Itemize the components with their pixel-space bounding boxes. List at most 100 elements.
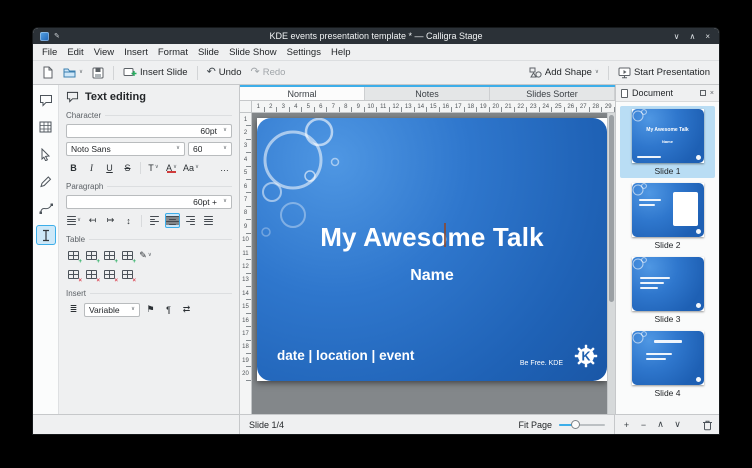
line-spacing-button[interactable]: ↕	[121, 213, 136, 228]
align-left-button[interactable]	[147, 213, 162, 228]
thumbnail-page	[632, 331, 704, 385]
slide-thumbnail-3[interactable]: Slide 3	[620, 254, 715, 326]
slide-canvas[interactable]: My Awesome Talk Name date | location | e…	[252, 113, 607, 414]
scrollbar-thumb[interactable]	[609, 115, 614, 302]
font-color-button[interactable]: A ∨	[164, 160, 179, 175]
slide-thumbnail-1[interactable]: My Awesome Talk Name Slide 1	[620, 106, 715, 178]
new-document-button[interactable]	[38, 64, 58, 81]
slide-title-text[interactable]: My Awesome Talk	[257, 222, 607, 253]
text-cursor-icon	[42, 229, 50, 242]
more-character-options-button[interactable]: …	[217, 160, 232, 175]
move-slide-up-button[interactable]: ∧	[654, 418, 667, 431]
menu-edit[interactable]: Edit	[62, 46, 88, 59]
statusbar-left	[33, 415, 240, 434]
font-size-select[interactable]: 60 ∨	[188, 142, 232, 156]
menu-slide[interactable]: Slide	[193, 46, 224, 59]
tool-select[interactable]	[36, 144, 56, 164]
insert-row-above-button[interactable]: +	[66, 248, 81, 263]
character-style-select[interactable]: 60pt ∨	[66, 124, 232, 138]
slide-footer-text[interactable]: date | location | event	[277, 348, 414, 363]
slide-thumbnail-list: My Awesome Talk Name Slide 1	[616, 101, 719, 414]
align-center-button[interactable]	[165, 213, 180, 228]
pen-icon: ✎	[139, 250, 147, 261]
menu-insert[interactable]: Insert	[119, 46, 153, 59]
save-document-button[interactable]	[88, 65, 108, 81]
add-shape-button[interactable]: Add Shape ∨	[525, 65, 603, 80]
menu-slide-show[interactable]: Slide Show	[224, 46, 282, 59]
menu-format[interactable]: Format	[153, 46, 193, 59]
insert-field-icon-button[interactable]: ≣	[66, 302, 81, 317]
delete-column-button[interactable]: ×	[84, 267, 99, 282]
start-presentation-button[interactable]: Start Presentation	[614, 65, 714, 81]
insert-row-below-button[interactable]: +	[84, 248, 99, 263]
strikethrough-button[interactable]: S	[120, 160, 135, 175]
h-ruler-mark: 5	[302, 101, 315, 112]
delete-table-button[interactable]: ×	[120, 267, 135, 282]
decrease-indent-button[interactable]: ↤	[85, 213, 100, 228]
bullet-list-button[interactable]: ∨	[66, 213, 82, 228]
vertical-scrollbar[interactable]	[607, 113, 615, 414]
variable-select[interactable]: Variable ∨	[84, 303, 140, 317]
merge-cells-button[interactable]: ×	[102, 267, 117, 282]
tool-path[interactable]	[36, 198, 56, 218]
ruler-corner	[240, 101, 252, 112]
subscript-superscript-button[interactable]: T ∨	[146, 160, 161, 175]
delete-slide-button[interactable]	[701, 418, 714, 431]
slide-name-text[interactable]: Name	[257, 267, 607, 285]
underline-button[interactable]: U	[102, 160, 117, 175]
menu-help[interactable]: Help	[326, 46, 356, 59]
zoom-slider[interactable]	[559, 420, 605, 430]
italic-button[interactable]: I	[84, 160, 99, 175]
slide-thumbnail-2[interactable]: Slide 2	[620, 180, 715, 252]
menu-settings[interactable]: Settings	[282, 46, 326, 59]
delete-row-button[interactable]: ×	[66, 267, 81, 282]
chevron-down-icon[interactable]: ∨	[79, 70, 83, 76]
align-justify-button[interactable]	[201, 213, 216, 228]
tab-slides-sorter[interactable]: Slides Sorter	[490, 87, 615, 100]
paragraph-style-select[interactable]: 60pt + ∨	[66, 195, 232, 209]
bold-button[interactable]: B	[66, 160, 81, 175]
svg-text:K: K	[581, 350, 590, 364]
redo-button[interactable]: ↷ Redo	[247, 65, 290, 80]
insert-slide-button[interactable]: Insert Slide	[119, 65, 192, 80]
remove-slide-button[interactable]: −	[637, 418, 650, 431]
titlebar[interactable]: ✎ KDE events presentation template * — C…	[33, 28, 719, 44]
minimize-button[interactable]: ∨	[674, 32, 680, 41]
border-pen-button[interactable]: ✎ ∨	[138, 248, 153, 263]
v-ruler-mark: 11	[240, 247, 251, 260]
tab-notes[interactable]: Notes	[365, 87, 490, 100]
tool-table[interactable]	[36, 117, 56, 137]
move-slide-down-button[interactable]: ∨	[671, 418, 684, 431]
swap-link-button[interactable]: ⇄	[179, 302, 194, 317]
tool-shape-callout[interactable]	[36, 90, 56, 110]
zoom-mode-label[interactable]: Fit Page	[518, 420, 552, 430]
menu-view[interactable]: View	[89, 46, 119, 59]
align-right-button[interactable]	[183, 213, 198, 228]
slide-thumbnail-4[interactable]: Slide 4	[620, 328, 715, 400]
formatting-marks-button[interactable]: ¶	[161, 302, 176, 317]
tab-normal[interactable]: Normal	[240, 87, 365, 100]
font-size-value: 60	[193, 144, 202, 154]
close-button[interactable]: ×	[705, 32, 710, 41]
add-slide-button[interactable]: +	[620, 418, 633, 431]
main-area: Text editing Character 60pt ∨ Noto Sans …	[33, 85, 719, 414]
undo-button[interactable]: ↶ Undo	[203, 65, 246, 80]
insert-column-right-button[interactable]: +	[120, 248, 135, 263]
open-document-button[interactable]: ∨	[59, 65, 87, 80]
tool-pencil[interactable]	[36, 171, 56, 191]
maximize-button[interactable]: ∧	[689, 32, 695, 41]
insert-column-left-button[interactable]: +	[102, 248, 117, 263]
close-panel-icon[interactable]: ×	[710, 90, 714, 97]
menu-file[interactable]: File	[37, 46, 62, 59]
float-panel-icon[interactable]	[700, 90, 706, 96]
tool-text[interactable]	[36, 225, 56, 245]
slide-page[interactable]: My Awesome Talk Name date | location | e…	[257, 118, 607, 381]
thumbnail-page	[632, 183, 704, 237]
increase-indent-button[interactable]: ↦	[103, 213, 118, 228]
v-ruler-mark: 3	[240, 140, 251, 153]
change-case-button[interactable]: Aa ∨	[182, 160, 200, 175]
bookmark-flag-button[interactable]: ⚑	[143, 302, 158, 317]
thumbnail-logo	[696, 377, 701, 382]
font-family-select[interactable]: Noto Sans ∨	[66, 142, 185, 156]
zoom-slider-handle[interactable]	[571, 420, 580, 429]
